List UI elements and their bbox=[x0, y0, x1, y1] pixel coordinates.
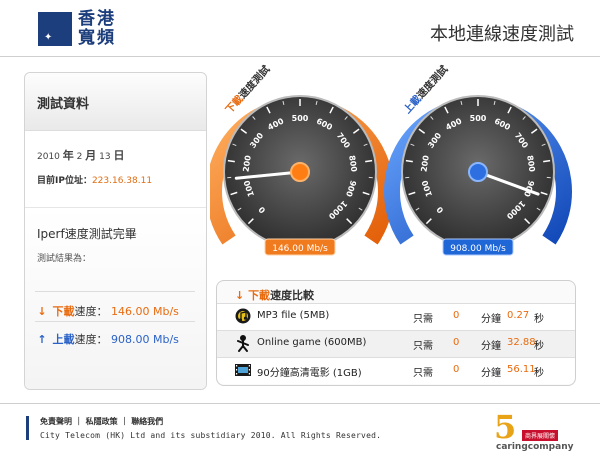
comparison-minutes-label: 分鐘 bbox=[481, 314, 501, 325]
caring-years-number: 5 bbox=[494, 408, 517, 446]
download-result: ↓ 下載速度： 146.00 Mb/s bbox=[35, 303, 179, 319]
result-divider-top bbox=[35, 291, 195, 292]
footer-link-divider: ｜ bbox=[74, 417, 83, 426]
comparison-row-game: Online game (600MB) 只需 0 分鐘 32.88 秒 bbox=[217, 330, 575, 357]
info-title: 測試資料 bbox=[37, 97, 90, 112]
page-title: 本地連線速度測試 bbox=[430, 24, 574, 45]
comparison-title: ↓ 下載速度比較 bbox=[235, 287, 314, 303]
comparison-item-name: Online game (600MB) bbox=[257, 337, 367, 348]
date-day: 13 bbox=[99, 152, 111, 162]
date-year-unit: 年 bbox=[62, 149, 74, 162]
caring-company-logo: 5 商界展關懷 caringcompany bbox=[490, 408, 573, 464]
comparison-item-name: MP3 file (5MB) bbox=[257, 310, 330, 321]
download-gauge-suffix: 速度測試 bbox=[236, 63, 272, 101]
upload-tick-label: 500 bbox=[470, 114, 487, 123]
test-info-panel: 測試資料 2010 年 2 月 13 日 目前IP位址：223.16.38.11… bbox=[24, 72, 207, 390]
upload-result-suffix: 速度： bbox=[74, 333, 108, 346]
comparison-minutes-label: 分鐘 bbox=[481, 341, 501, 352]
privacy-policy-link[interactable]: 私隱政策 bbox=[86, 417, 118, 426]
test-date: 2010 年 2 月 13 日 bbox=[37, 147, 124, 163]
footer-link-divider: ｜ bbox=[120, 417, 129, 426]
comparison-seconds: 0.27 bbox=[507, 310, 530, 321]
ip-value: 223.16.38.11 bbox=[91, 176, 153, 186]
download-gauge: 0100200300400 500 6007008009001000 146.00 … bbox=[210, 63, 394, 256]
comparison-title-suffix: 速度比較 bbox=[270, 289, 315, 302]
date-year: 2010 bbox=[37, 152, 60, 162]
upload-gauge-suffix: 速度測試 bbox=[414, 63, 450, 101]
test-complete-title: Iperf速度測試完畢 bbox=[37, 227, 137, 241]
comparison-need-label: 只需 bbox=[413, 314, 433, 325]
comparison-seconds: 56.11 bbox=[507, 364, 536, 375]
download-result-prefix: 下載 bbox=[52, 305, 75, 318]
upload-arrow-icon: ↑ bbox=[37, 333, 47, 346]
download-arrow-icon: ↓ bbox=[37, 305, 47, 318]
download-result-value: 146.00 bbox=[111, 305, 150, 318]
brand-line-1: 香港 bbox=[78, 9, 116, 29]
download-result-suffix: 速度： bbox=[74, 305, 108, 318]
brand-logo-text: 香港 寬頻 bbox=[78, 10, 148, 48]
comparison-minutes: 0 bbox=[453, 337, 460, 348]
comparison-seconds: 32.88 bbox=[507, 337, 536, 348]
caring-company-text: caringcompany bbox=[496, 442, 574, 452]
music-icon bbox=[235, 308, 251, 324]
game-icon bbox=[237, 335, 249, 352]
ip-label: 目前IP位址： bbox=[37, 176, 92, 186]
film-icon bbox=[235, 364, 251, 376]
speed-test-page: ✦ 香港 寬頻 本地連線速度測試 測試資料 2010 年 2 月 13 日 目前… bbox=[0, 0, 600, 475]
download-needle-hub bbox=[290, 162, 310, 182]
brand-line-2: 寬頻 bbox=[78, 28, 116, 48]
upload-result: ↑ 上載速度： 908.00 Mb/s bbox=[35, 331, 179, 347]
comparison-item-name: 90分鐘高清電影 (1GB) bbox=[257, 368, 362, 379]
comparison-minutes: 0 bbox=[453, 310, 460, 321]
upload-result-prefix: 上載 bbox=[52, 333, 75, 346]
upload-readout: 908.00 Mb/s bbox=[450, 244, 506, 254]
comparison-title-prefix: 下載 bbox=[248, 289, 271, 302]
upload-needle-hub bbox=[468, 162, 488, 182]
download-result-unit: Mb/s bbox=[153, 305, 179, 318]
comparison-arrow-icon: ↓ bbox=[235, 289, 245, 302]
comparison-need-label: 只需 bbox=[413, 341, 433, 352]
upload-result-value: 908.00 bbox=[111, 333, 150, 346]
date-month: 2 bbox=[76, 152, 83, 162]
comparison-row-movie: 90分鐘高清電影 (1GB) 只需 0 分鐘 56.11 秒 bbox=[217, 357, 575, 384]
download-readout: 146.00 Mb/s bbox=[272, 244, 328, 254]
comparison-row-mp3: MP3 file (5MB) 只需 0 分鐘 0.27 秒 bbox=[217, 303, 575, 330]
comparison-seconds-label: 秒 bbox=[534, 368, 544, 379]
upload-result-unit: Mb/s bbox=[153, 333, 179, 346]
ip-address: 目前IP位址：223.16.38.11 bbox=[37, 173, 152, 186]
caring-badge: 商界展關懷 bbox=[522, 430, 559, 441]
comparison-minutes-label: 分鐘 bbox=[481, 368, 501, 379]
footer-divider bbox=[0, 403, 600, 404]
upload-gauge: 0100200300400 500 6007008009001000 908.00 … bbox=[384, 63, 572, 256]
download-tick-label: 500 bbox=[292, 114, 309, 123]
speed-gauges: 0100200300400 500 6007008009001000 146.00 … bbox=[210, 63, 572, 256]
date-month-unit: 月 bbox=[85, 149, 97, 162]
copyright-text: City Telecom (HK) Ltd and its substidiar… bbox=[40, 431, 382, 440]
comparison-minutes: 0 bbox=[453, 364, 460, 375]
comparison-need-label: 只需 bbox=[413, 368, 433, 379]
comparison-seconds-label: 秒 bbox=[534, 314, 544, 325]
footer-links: 免責聲明 ｜ 私隱政策 ｜ 聯絡我們 bbox=[40, 416, 163, 427]
disclaimer-link[interactable]: 免責聲明 bbox=[40, 417, 72, 426]
result-label: 測試結果為： bbox=[37, 254, 92, 264]
result-divider-mid bbox=[35, 321, 195, 322]
logo-icon: ✦ bbox=[38, 12, 72, 46]
header-divider bbox=[0, 56, 600, 57]
footer-accent-bar bbox=[26, 416, 29, 440]
comparison-seconds-label: 秒 bbox=[534, 341, 544, 352]
contact-us-link[interactable]: 聯絡我們 bbox=[131, 417, 163, 426]
date-day-unit: 日 bbox=[113, 149, 125, 162]
